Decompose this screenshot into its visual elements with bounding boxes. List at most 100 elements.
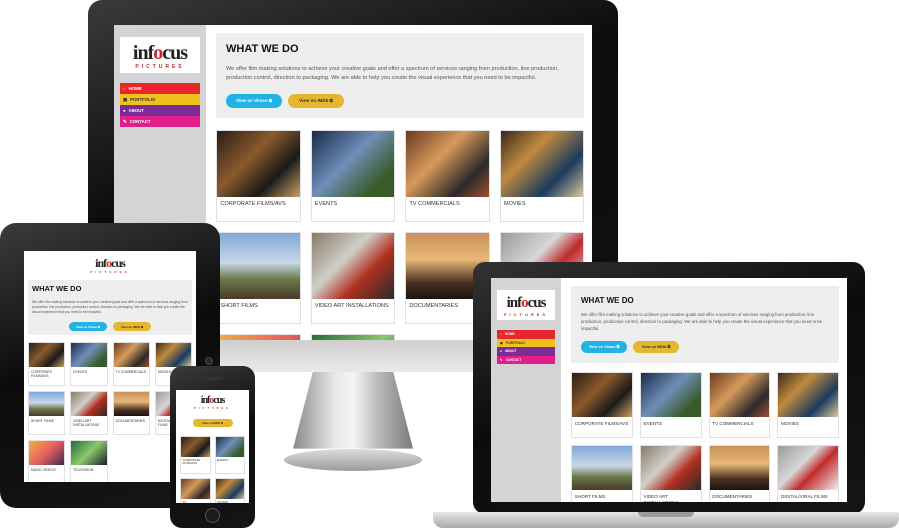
nav-item-portfolio[interactable]: ▣ PORTFOLIO — [120, 94, 200, 105]
logo-subtitle: PICTURES — [90, 270, 130, 274]
laptop: infocus PICTURES ⌂ HOME ▣ PORTFOLIO ● ABOUT ✎ CON… — [433, 262, 899, 532]
portfolio-card[interactable]: EVENTS — [310, 129, 395, 222]
portfolio-card[interactable]: EVENTS — [70, 342, 108, 387]
portfolio-card[interactable]: MOVIES — [777, 372, 839, 439]
logo-subtitle: PICTURES — [503, 312, 549, 317]
view-on-imdb-button[interactable]: View on IMDb ⧉ — [192, 418, 233, 427]
portfolio-thumbnail — [113, 343, 149, 368]
portfolio-card[interactable]: DOCUMENTARIES — [708, 445, 771, 502]
logo-subtitle: PICTURES — [194, 407, 231, 410]
intro-panel: WHAT WE DO We offer film making solutions… — [28, 280, 192, 336]
portfolio-card[interactable]: MOVIES — [499, 129, 584, 222]
portfolio-card[interactable]: SHORT FILMS — [571, 445, 633, 502]
portfolio-card[interactable]: SHORT FILMS — [216, 231, 301, 324]
user-icon: ● — [500, 349, 502, 354]
portfolio-thumbnail — [29, 343, 65, 368]
portfolio-card-title: CORPORATE FILMS/AVS — [220, 201, 286, 208]
tablet-home-button[interactable] — [205, 357, 213, 365]
intro-panel: WHAT WE DO We offer film making solutions… — [216, 33, 584, 118]
logo-text-a: inf — [95, 256, 107, 270]
view-on-vimeo-button[interactable]: View on Vimeo ⧉ — [69, 322, 107, 332]
user-icon: ● — [123, 108, 126, 113]
portfolio-card-title: SHORT FILMS — [220, 303, 258, 310]
portfolio-card[interactable]: TELEVISION — [310, 333, 395, 340]
nav-item-label: PORTFOLIO — [506, 340, 525, 345]
portfolio-thumbnail — [311, 130, 394, 197]
portfolio-card[interactable]: CORPORATE FILMS/AVS — [216, 129, 301, 222]
nav-item-portfolio[interactable]: ▣ PORTFOLIO — [497, 338, 555, 347]
portfolio-card-title: SHORT FILMS — [31, 418, 54, 423]
laptop-notch — [638, 512, 694, 517]
portfolio-card-title: EVENTS — [73, 369, 87, 374]
nav-item-label: HOME — [128, 86, 142, 91]
portfolio-card[interactable]: EVENTS — [214, 435, 245, 474]
portfolio-card[interactable]: TV COMMERCIALS — [708, 372, 771, 439]
portfolio-card-title: MOVIES — [781, 421, 799, 427]
portfolio-card[interactable]: TELEVISION — [70, 440, 108, 482]
portfolio-card[interactable]: MOVIES — [214, 477, 245, 503]
portfolio-thumbnail — [71, 441, 107, 466]
nav-item-contact[interactable]: ✎ CONTACT — [120, 116, 200, 127]
portfolio-card-title: TV COMMERCIALS — [409, 201, 460, 208]
portfolio-thumbnail — [406, 130, 489, 197]
nav-item-about[interactable]: ● ABOUT — [120, 105, 200, 116]
portfolio-card-title: MOVIES — [503, 201, 526, 208]
site-logo[interactable]: infocus PICTURES — [120, 37, 200, 73]
portfolio-card[interactable]: CORPORATE FILMS/AVS — [28, 342, 66, 387]
portfolio-card[interactable]: MUSIC VIDEOS — [216, 333, 301, 340]
portfolio-card[interactable]: CORPORATE FILMS/AVS — [180, 435, 211, 474]
portfolio-card-title: TV COMMERCIALS — [712, 421, 754, 427]
nav-item-contact[interactable]: ✎ CONTACT — [497, 355, 555, 364]
briefcase-icon: ▣ — [123, 96, 128, 102]
view-on-imdb-button[interactable]: View on IMDb ⧉ — [113, 322, 151, 332]
portfolio-card-title: DOCUMENTARIES — [712, 494, 753, 500]
portfolio-thumbnail — [778, 373, 838, 418]
portfolio-card[interactable]: TV COMMERCIALS — [405, 129, 490, 222]
phone-home-button[interactable] — [205, 508, 220, 523]
logo-text-c: cus — [162, 42, 188, 64]
portfolio-thumbnail — [181, 478, 210, 499]
portfolio-grid: CORPORATE FILMS/AVS EVENTS TV COMMERCIALS M… — [180, 435, 245, 503]
view-on-imdb-button[interactable]: View on IMDb ⧉ — [288, 93, 344, 108]
portfolio-card[interactable]: CORPORATE FILMS/AVS — [571, 372, 633, 439]
portfolio-card[interactable]: SHORT FILMS — [28, 391, 66, 436]
portfolio-card[interactable]: DIGITAL/VIRAL FILMS — [777, 445, 839, 502]
portfolio-thumbnail — [640, 373, 701, 418]
portfolio-thumbnail — [215, 436, 244, 457]
portfolio-card[interactable]: TV COMMERCIALS — [112, 342, 150, 387]
portfolio-thumbnail — [778, 446, 838, 491]
portfolio-thumbnail — [709, 373, 770, 418]
portfolio-card[interactable]: VIDEO ART INSTALLATIONS — [70, 391, 108, 436]
page-title: WHAT WE DO — [581, 296, 634, 305]
portfolio-card-title: SHORT FILMS — [574, 494, 606, 500]
portfolio-card-title: MUSIC VIDEOS — [31, 467, 56, 472]
nav-item-home[interactable]: ⌂ HOME — [497, 330, 555, 339]
phone-screen: infocus PICTURES View on IMDb ⧉ CORPORATE F… — [176, 390, 249, 503]
portfolio-card[interactable]: TV COMMERCIALS — [180, 477, 211, 503]
nav-item-label: CONTACT — [129, 119, 151, 124]
view-on-imdb-button[interactable]: View on IMDb ⧉ — [633, 341, 679, 354]
site-logo[interactable]: infocus PICTURES — [190, 394, 235, 413]
intro-text: We offer film making solutions to achiev… — [226, 65, 559, 81]
portfolio-card[interactable]: VIDEO ART INSTALLATIONS — [639, 445, 702, 502]
portfolio-thumbnail — [572, 373, 632, 418]
logo-text-a: inf — [506, 295, 522, 311]
view-on-vimeo-button[interactable]: View on Vimeo ⧉ — [581, 341, 627, 354]
site-logo[interactable]: infocus PICTURES — [86, 255, 134, 276]
portfolio-card[interactable]: DOCUMENTARIES — [112, 391, 150, 436]
portfolio-card-title: DIGITAL/VIRAL FILMS — [781, 494, 828, 500]
portfolio-card-title: CORPORATE FILMS/AVS — [182, 457, 201, 466]
portfolio-card[interactable]: VIDEO ART INSTALLATIONS — [310, 231, 395, 324]
nav-item-about[interactable]: ● ABOUT — [497, 347, 555, 356]
logo-wordmark: infocus — [194, 396, 231, 406]
site-logo[interactable]: infocus PICTURES — [497, 290, 555, 320]
portfolio-card[interactable]: EVENTS — [639, 372, 702, 439]
nav-item-home[interactable]: ⌂ HOME — [120, 83, 200, 94]
site-top-logo: infocus PICTURES — [180, 394, 245, 413]
laptop-screen: infocus PICTURES ⌂ HOME ▣ PORTFOLIO ● ABOUT ✎ CON… — [491, 278, 847, 502]
view-on-vimeo-button[interactable]: View on Vimeo ⧉ — [226, 93, 282, 108]
nav-item-label: ABOUT — [128, 108, 145, 113]
logo-wordmark: infocus — [501, 296, 551, 311]
portfolio-card[interactable]: MUSIC VIDEOS — [28, 440, 66, 482]
phone: infocus PICTURES View on IMDb ⧉ CORPORATE F… — [170, 366, 255, 528]
